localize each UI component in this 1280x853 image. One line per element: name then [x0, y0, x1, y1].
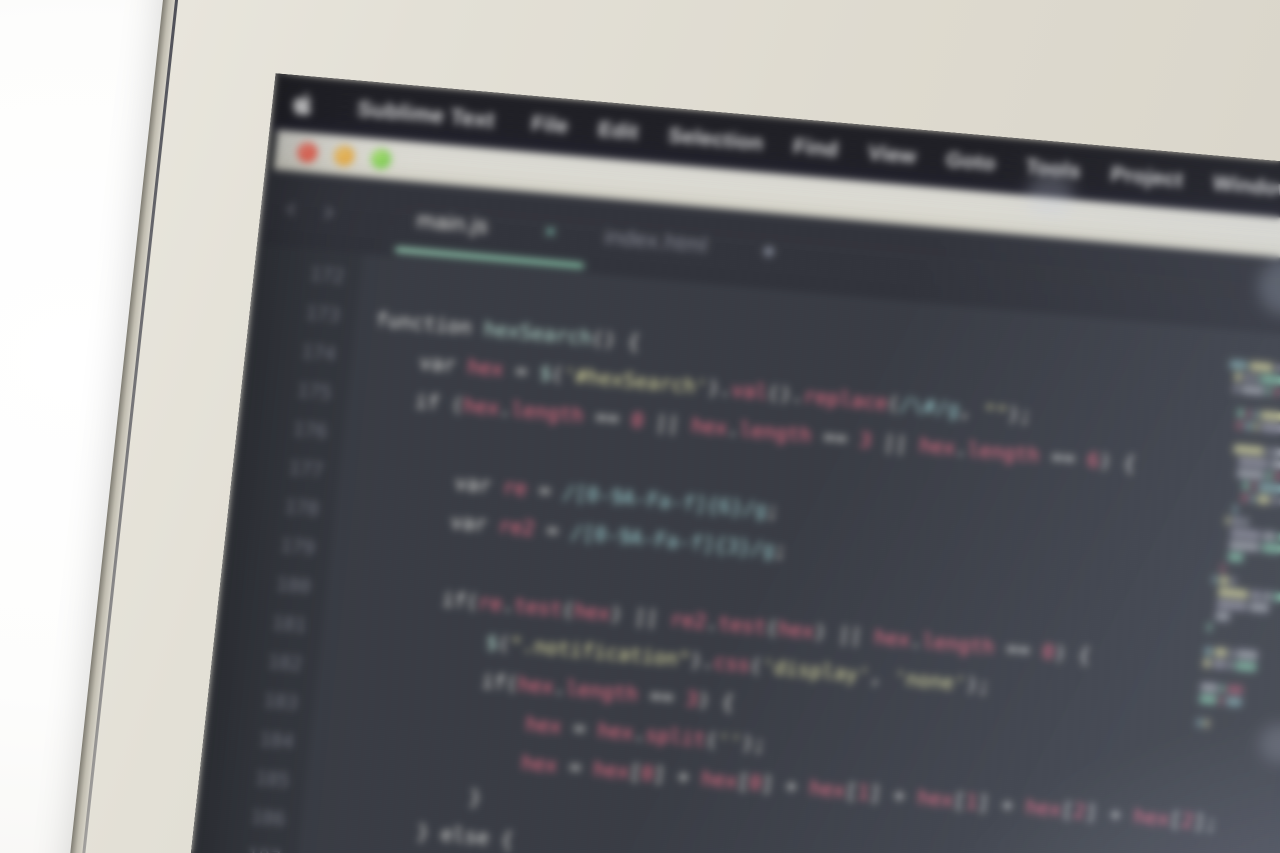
minimap-token: [1204, 718, 1210, 729]
minimap-token: [1271, 459, 1280, 471]
minimap-token: [1240, 384, 1265, 396]
minimap-token: [1230, 528, 1262, 540]
minimap-token: [1219, 695, 1225, 706]
photo-scene: Sublime Text File Edit Selection Find Vi…: [0, 0, 1280, 853]
minimap-token: [1267, 471, 1273, 481]
minimap-token: [1263, 591, 1272, 601]
minimap-token: [1261, 422, 1280, 435]
minimap-token: [1230, 576, 1236, 586]
minimap-token: [1216, 599, 1248, 611]
menu-item-file[interactable]: File: [515, 111, 584, 141]
menu-item-window[interactable]: Window: [1197, 170, 1280, 204]
minimap-token: [1196, 718, 1203, 728]
minimap-token: [1265, 447, 1272, 457]
close-button[interactable]: [296, 141, 319, 164]
minimap-token: [1249, 602, 1269, 613]
minimap-token: [1275, 363, 1280, 373]
minimap-token: [1249, 361, 1274, 373]
minimap-token: [1225, 515, 1231, 526]
minimap-token: [1227, 684, 1244, 695]
minimap-token: [1273, 447, 1280, 460]
minimap-token: [1236, 408, 1245, 418]
minimize-button[interactable]: [333, 144, 356, 167]
minimap-token: [1243, 372, 1251, 383]
menu-item-tools[interactable]: Tools: [1009, 154, 1097, 185]
minimap-token: [1236, 468, 1266, 481]
minimap-token: [1256, 494, 1271, 505]
minimap-token: [1228, 660, 1234, 670]
minimap-token: [1229, 648, 1235, 658]
minimap-token: [1244, 421, 1253, 431]
minimap-token: [1233, 444, 1264, 456]
minimap-token: [1272, 495, 1278, 506]
minimap-token: [1258, 482, 1280, 495]
minimap-token: [1243, 517, 1249, 527]
minimap-token: [1234, 372, 1242, 382]
minimap-token: [1217, 587, 1249, 599]
minimap-token: [1204, 646, 1212, 657]
minimap-token: [1251, 481, 1257, 492]
unsaved-dot-icon[interactable]: [762, 245, 775, 257]
minimap-token: [1220, 563, 1226, 573]
minimap-token: [1273, 387, 1279, 397]
minimap-token: [1263, 531, 1275, 542]
menu-item-view[interactable]: View: [852, 140, 933, 171]
tab-label: main.js: [415, 207, 490, 239]
minimap-token: [1229, 359, 1248, 371]
menu-item-project[interactable]: Project: [1094, 161, 1199, 194]
minimap-token: [1233, 384, 1239, 394]
minimap-token: [1250, 590, 1262, 601]
tab-nav-arrows: ‹ ›: [283, 191, 337, 230]
minimap-token: [1203, 658, 1211, 668]
minimap-token: [1259, 374, 1280, 386]
minimap-token: [1241, 481, 1250, 491]
code-content[interactable]: function hexSearch() { var hex = $('#hex…: [280, 254, 1280, 853]
minimap-token: [1212, 659, 1227, 670]
minimap-token: [1207, 622, 1213, 632]
minimap-token: [1214, 611, 1231, 622]
minimap-token: [1266, 386, 1272, 397]
minimap-token: [1249, 493, 1255, 504]
minimap-row: [1196, 718, 1280, 739]
apple-logo-icon[interactable]: [291, 89, 318, 119]
minimap-token: [1219, 575, 1229, 586]
menu-item-find[interactable]: Find: [777, 134, 854, 164]
minimap-token: [1232, 516, 1242, 527]
minimap-token: [1240, 493, 1248, 503]
minimap-token: [1229, 540, 1260, 552]
minimap-token: [1232, 504, 1238, 514]
minimap-token: [1261, 543, 1280, 554]
close-icon[interactable]: ×: [543, 218, 559, 245]
menu-item-goto[interactable]: Goto: [930, 147, 1012, 178]
minimap-token: [1199, 694, 1218, 705]
tab-label: index.html: [603, 223, 709, 258]
minimap-token: [1235, 420, 1243, 430]
minimap-token: [1252, 373, 1258, 384]
minimap-token: [1236, 649, 1259, 661]
nav-back-icon[interactable]: ‹: [283, 191, 299, 227]
minimap-token: [1200, 682, 1219, 693]
menu-item-selection[interactable]: Selection: [652, 123, 779, 158]
minimap-token: [1213, 647, 1228, 658]
minimap-token: [1253, 409, 1259, 420]
minimap-token: [1226, 696, 1242, 707]
minimap-token: [1260, 410, 1280, 423]
minimap-token: [1273, 592, 1280, 603]
menu-item-edit[interactable]: Edit: [582, 116, 655, 146]
code-editor[interactable]: 172 173 174 175 176 177 178 179 180 181 182 183 184 1…: [172, 244, 1280, 853]
minimap-token: [1274, 471, 1280, 482]
macbook-laptop: Sublime Text File Edit Selection Find Vi…: [55, 0, 1280, 853]
minimap-token: [1238, 456, 1270, 469]
minimap-token: [1227, 552, 1244, 563]
minimap-token: [1212, 574, 1218, 585]
minimap-token: [1246, 409, 1252, 419]
minimap-token: [1254, 422, 1260, 432]
minimap-token: [1220, 684, 1226, 694]
nav-forward-icon[interactable]: ›: [321, 194, 337, 230]
laptop-screen: Sublime Text File Edit Selection Find Vi…: [172, 73, 1280, 853]
menu-item-sublime-text[interactable]: Sublime Text: [341, 94, 518, 135]
zoom-button[interactable]: [370, 148, 393, 170]
minimap-token: [1235, 661, 1258, 672]
